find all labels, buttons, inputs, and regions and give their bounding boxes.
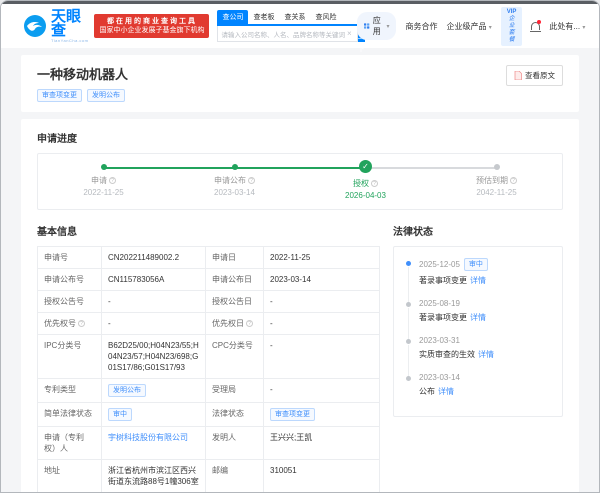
vip-sublabel: 企业套餐 bbox=[508, 15, 515, 43]
timeline-dot bbox=[406, 376, 411, 381]
chevron-down-icon: ▾ bbox=[386, 23, 390, 30]
applicant-link[interactable]: 宇树科技股份有限公司 bbox=[108, 433, 188, 442]
promo-line1: 都在用的商业查询工具 bbox=[106, 18, 197, 25]
table-row: 简单法律状态 审中 法律状态 审查项变更 bbox=[37, 402, 379, 426]
detail-link[interactable]: 详情 bbox=[478, 350, 494, 359]
legal-status-section: 法律状态 2025-12-05 审中 著录事项变更 详情 2025-08-19 著录… bbox=[393, 223, 563, 492]
search-tabs: 查公司 查老板 查关系 查风险 bbox=[217, 10, 357, 24]
document-icon bbox=[514, 71, 522, 80]
detail-link[interactable]: 详情 bbox=[438, 387, 454, 396]
section-title-progress: 申请进度 bbox=[37, 134, 77, 145]
progress-step-publication: 申请公布 2023-03-14 bbox=[169, 154, 300, 209]
tianyancha-logo-icon bbox=[24, 15, 46, 37]
patent-tags: 审查项变更 发明公布 bbox=[37, 89, 563, 102]
search-tab-relation[interactable]: 查关系 bbox=[279, 10, 310, 24]
info-icon[interactable] bbox=[248, 177, 255, 184]
account-menu[interactable]: 此处有... ▾ bbox=[549, 21, 585, 32]
search-tab-risk[interactable]: 查风险 bbox=[310, 10, 341, 24]
info-icon[interactable] bbox=[510, 177, 517, 184]
section-title-basic-info: 基本信息 bbox=[37, 227, 77, 238]
nav-enterprise-products[interactable]: 企业级产品 ▾ bbox=[446, 21, 491, 32]
page-content: 一种移动机器人 审查项变更 发明公布 查看原文 申请进度 申请? 2022-11… bbox=[1, 48, 599, 492]
progress-step-expiry: 预估到期 2042-11-25 bbox=[431, 154, 562, 209]
table-row: 专利类型 发明公布 受理局 - bbox=[37, 378, 379, 402]
legal-status-badge: 审查项变更 bbox=[270, 408, 315, 421]
progress-step-apply: 申请 2022-11-25 bbox=[38, 154, 169, 209]
table-row: 授权公告号 - 授权公告日 - bbox=[37, 290, 379, 312]
legal-status-timeline: 2025-12-05 审中 著录事项变更 详情 2025-08-19 著录事项变更详… bbox=[393, 246, 563, 417]
promo-line2: 国家中小企业发展子基金旗下机构 bbox=[99, 27, 205, 34]
apps-menu[interactable]: 应用 ▾ bbox=[357, 12, 397, 40]
apps-label: 应用 bbox=[372, 16, 381, 36]
status-badge: 审中 bbox=[463, 258, 488, 271]
list-item: 2023-03-14 公布 详情 bbox=[406, 373, 552, 410]
progress-step-grant: ✓ 授权 2026-04-03 bbox=[300, 154, 431, 209]
detail-link[interactable]: 详情 bbox=[470, 276, 486, 285]
patent-detail-card: 申请进度 申请 2022-11-25 申请公布 2023-03-14 bbox=[21, 119, 579, 492]
progress-dot bbox=[100, 164, 107, 170]
list-item: 2023-03-31 实质审查的生效 详情 bbox=[406, 336, 552, 376]
vip-badge[interactable]: VIP 企业套餐 bbox=[500, 6, 523, 46]
application-progress: 申请 2022-11-25 申请公布 2023-03-14 ✓ 授权 2026-… bbox=[37, 153, 563, 210]
header-nav: 应用 ▾ 商务合作 企业级产品 ▾ VIP 企业套餐 此处有... ▾ bbox=[357, 6, 585, 46]
search-tab-company[interactable]: 查公司 bbox=[217, 10, 249, 24]
table-row: 优先权号 - 优先权日 - bbox=[37, 312, 379, 334]
basic-info-section: 基本信息 申请号 CN202211489002.2 申请日 2022-11-25… bbox=[37, 223, 380, 492]
table-row: IPC分类号 B62D25/00;H04N23/55;H04N23/57;H04… bbox=[37, 334, 379, 378]
list-item: 2025-12-05 审中 著录事项变更 详情 bbox=[406, 258, 552, 302]
clear-icon[interactable]: × bbox=[345, 29, 354, 38]
view-original-button[interactable]: 查看原文 bbox=[506, 65, 563, 86]
search-input[interactable]: 请输入公司名称、人名、品牌名称等关键词 × bbox=[217, 26, 358, 42]
info-icon[interactable] bbox=[109, 177, 116, 184]
site-header: 天眼查 TianYanCha.com 都在用的商业查询工具 国家中小企业发展子基… bbox=[1, 4, 599, 53]
logo-subtext: TianYanCha.com bbox=[51, 37, 89, 43]
timeline-dot bbox=[406, 261, 411, 266]
info-icon[interactable] bbox=[78, 320, 85, 327]
check-icon: ✓ bbox=[359, 160, 372, 173]
list-item: 2025-08-19 著录事项变更 详情 bbox=[406, 299, 552, 339]
section-title-legal-status: 法律状态 bbox=[393, 227, 433, 238]
table-row: 地址 浙江省杭州市滨江区西兴街道东流路88号1幢306室 邮编 310051 bbox=[37, 459, 379, 492]
progress-dot bbox=[231, 164, 238, 170]
search-tab-boss[interactable]: 查老板 bbox=[248, 10, 279, 24]
browser-window: 天眼查 TianYanCha.com 都在用的商业查询工具 国家中小企业发展子基… bbox=[0, 0, 600, 493]
tianyancha-logo[interactable]: 天眼查 TianYanCha.com bbox=[23, 7, 89, 43]
timeline-dot bbox=[406, 339, 411, 344]
page-title: 一种移动机器人 bbox=[37, 67, 129, 82]
info-icon[interactable] bbox=[371, 180, 378, 187]
search-placeholder: 请输入公司名称、人名、品牌名称等关键词 bbox=[221, 31, 345, 39]
table-row: 申请（专利权）人 宇树科技股份有限公司 发明人 王兴兴;王凯 bbox=[37, 426, 379, 459]
logo-text: 天眼查 bbox=[51, 7, 82, 39]
vip-label: VIP bbox=[506, 8, 517, 15]
info-icon[interactable] bbox=[246, 320, 253, 327]
header-search: 查公司 查老板 查关系 查风险 请输入公司名称、人名、品牌名称等关键词 × 天眼… bbox=[217, 10, 365, 53]
chevron-down-icon: ▾ bbox=[582, 24, 586, 31]
nav-business-cooperation[interactable]: 商务合作 bbox=[405, 21, 437, 32]
progress-dot bbox=[493, 164, 500, 170]
detail-link[interactable]: 详情 bbox=[470, 313, 486, 322]
apps-grid-icon bbox=[364, 23, 370, 29]
patent-title-card: 一种移动机器人 审查项变更 发明公布 查看原文 bbox=[21, 55, 579, 112]
table-row: 申请号 CN202211489002.2 申请日 2022-11-25 bbox=[37, 246, 379, 268]
basic-info-table: 申请号 CN202211489002.2 申请日 2022-11-25 申请公布… bbox=[37, 246, 380, 492]
chevron-down-icon: ▾ bbox=[488, 24, 492, 31]
timeline-dot bbox=[406, 302, 411, 307]
patent-type-badge: 发明公布 bbox=[108, 384, 146, 397]
notification-bell-icon[interactable] bbox=[531, 20, 542, 32]
simple-legal-status-badge: 审中 bbox=[108, 408, 132, 421]
type-badge: 发明公布 bbox=[87, 89, 125, 102]
promo-banner: 都在用的商业查询工具 国家中小企业发展子基金旗下机构 bbox=[94, 14, 210, 38]
table-row: 申请公布号 CN115783056A 申请公布日 2023-03-14 bbox=[37, 268, 379, 290]
notification-dot bbox=[537, 20, 542, 24]
status-badge: 审查项变更 bbox=[37, 89, 82, 102]
